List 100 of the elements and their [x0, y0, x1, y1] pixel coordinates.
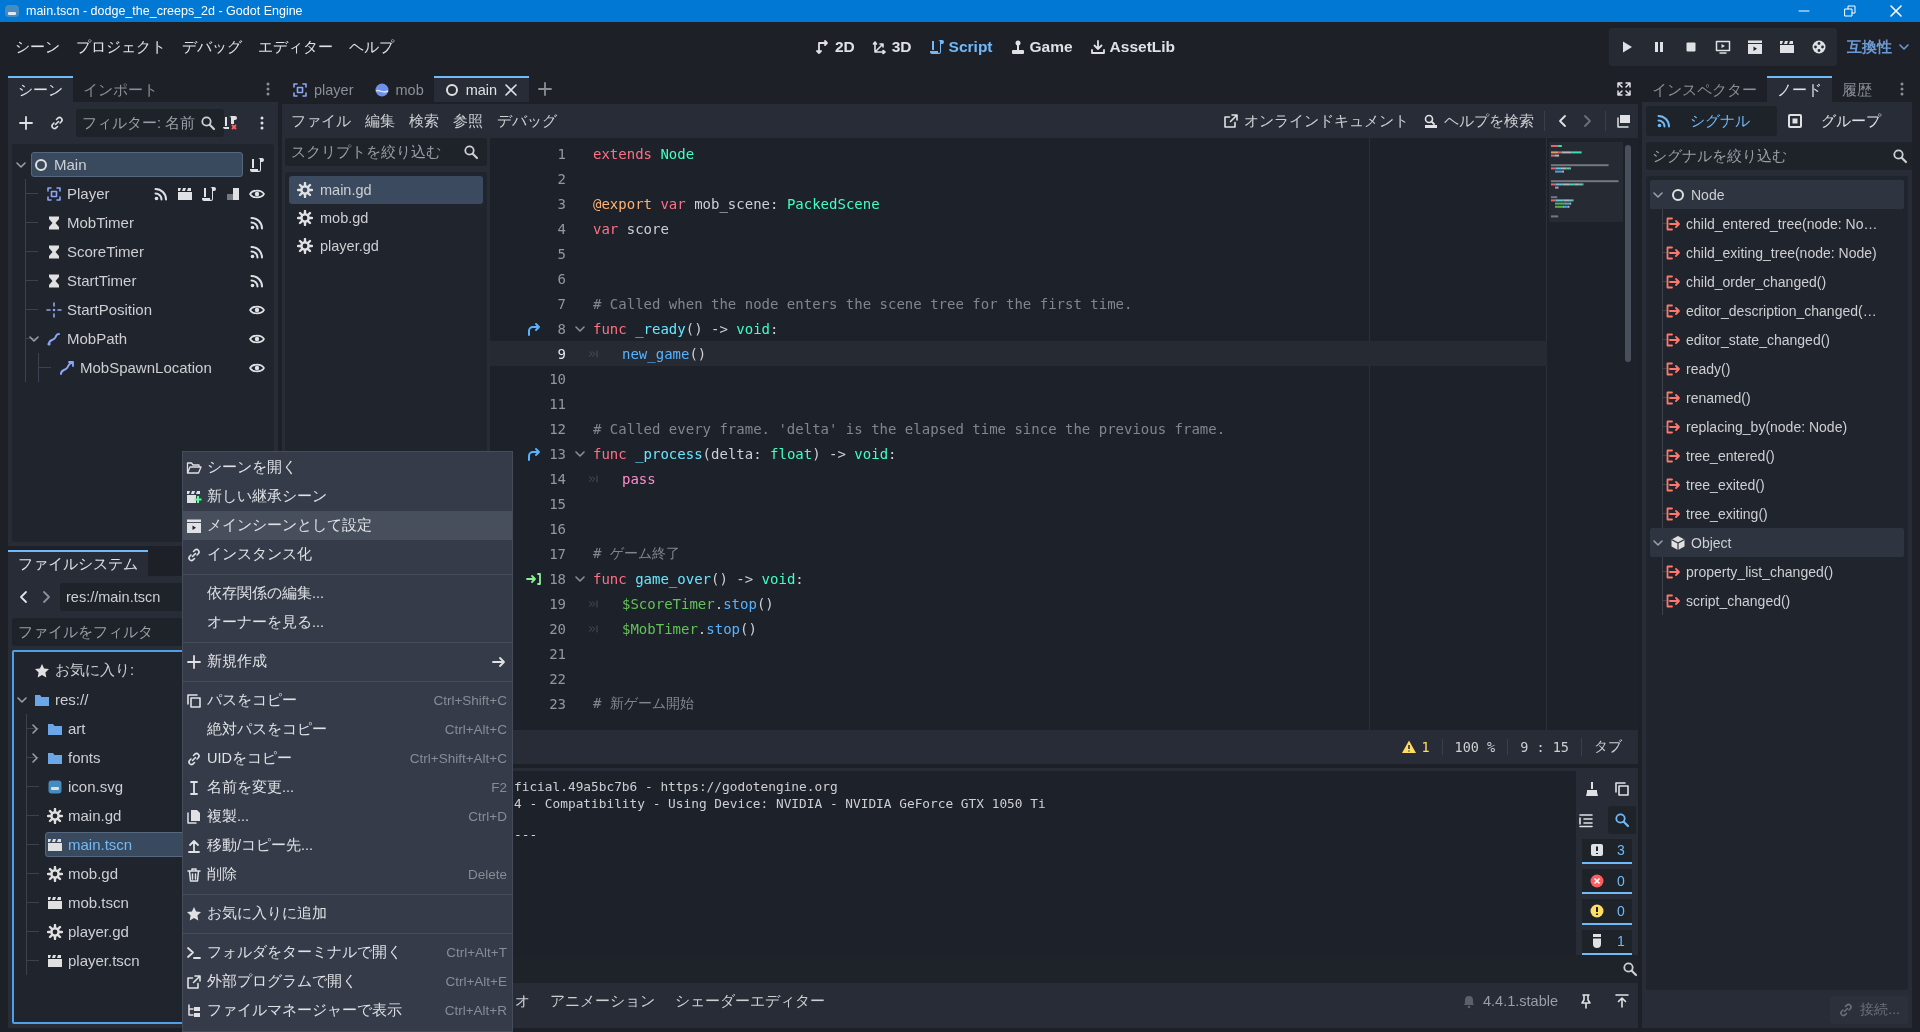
zoom-label[interactable]: 100 % [1441, 739, 1508, 755]
tree-item[interactable]: ScoreTimer [44, 239, 243, 264]
dock-tab[interactable]: インスペクター [1642, 76, 1767, 102]
file-tab[interactable]: mob [363, 76, 434, 102]
menu-item[interactable]: メインシーンとして設定 [183, 511, 512, 540]
dock-tab[interactable]: 履歴 [1832, 76, 1882, 102]
signal-item[interactable]: renamed() [1663, 385, 1904, 410]
collapse-icon[interactable] [1578, 811, 1594, 828]
menu-item[interactable]: シーンを開く [183, 453, 512, 482]
sub-tab[interactable]: グループ [1777, 106, 1908, 136]
renderer-dropdown[interactable]: 互換性 [1847, 37, 1912, 57]
signal-item[interactable]: tree_entered() [1663, 443, 1904, 468]
main-screen-tab[interactable]: Game [1009, 38, 1073, 56]
menu-item[interactable]: 複製... Ctrl+D [183, 802, 512, 831]
menu-item[interactable]: 新しい継承シーン [183, 482, 512, 511]
main-screen-tab[interactable]: 3D [871, 38, 912, 56]
signal-icon[interactable] [249, 243, 265, 260]
close-icon[interactable] [503, 82, 520, 98]
tree-item[interactable]: StartPosition [44, 297, 243, 322]
tree-item[interactable]: Main [31, 152, 243, 177]
menu-item[interactable]: UIDをコピー Ctrl+Shift+Alt+C [183, 744, 512, 773]
plus-icon[interactable] [537, 81, 554, 97]
scroll-icon[interactable] [249, 156, 265, 173]
tree-item[interactable]: MobSpawnLocation [57, 355, 243, 380]
link-button[interactable]: ヘルプを検索 [1423, 111, 1534, 131]
scroll-icon[interactable] [201, 185, 217, 202]
signal-item[interactable]: child_entered_tree(node: No… [1663, 211, 1904, 236]
menu-item[interactable]: ファイル [284, 107, 358, 135]
menu-item[interactable]: 外部プログラムで開く Ctrl+Alt+E [183, 967, 512, 996]
menu-item[interactable]: 編集 [358, 107, 402, 135]
tree-item[interactable]: MobPath [44, 326, 243, 351]
menu-item[interactable]: デバッグ [490, 107, 564, 135]
menu-item[interactable]: 絶対パスをコピー Ctrl+Alt+C [183, 715, 512, 744]
tree-item[interactable]: MobTimer [44, 210, 243, 235]
dock-tab[interactable]: インポート [73, 76, 168, 102]
indent-mode[interactable]: タブ [1581, 738, 1634, 756]
script-item[interactable]: mob.gd [289, 204, 483, 232]
filter-toggle[interactable]: 0 [1582, 869, 1632, 895]
main-screen-tab[interactable]: 2D [814, 38, 855, 56]
filter-toggle[interactable]: 1 [1582, 929, 1632, 956]
signal-item[interactable]: tree_exited() [1663, 472, 1904, 497]
script-remove-icon[interactable] [222, 115, 238, 131]
menu-item[interactable]: 検索 [402, 107, 446, 135]
script-item[interactable]: main.gd [289, 176, 483, 204]
menu-item[interactable]: 削除 Delete [183, 860, 512, 889]
signal-item[interactable]: child_order_changed() [1663, 269, 1904, 294]
signal-item[interactable]: child_exiting_tree(node: Node) [1663, 240, 1904, 265]
menu-item[interactable]: シーン [7, 31, 68, 63]
link-icon[interactable] [49, 115, 65, 131]
menu-item[interactable]: エディター [250, 31, 341, 63]
minimap-drawing[interactable] [1549, 142, 1623, 222]
signal-item[interactable]: editor_state_changed() [1663, 327, 1904, 352]
copy-icon[interactable] [1614, 780, 1630, 797]
broom-icon[interactable] [1584, 780, 1600, 797]
file-tab[interactable]: main [433, 76, 530, 102]
filter-field[interactable]: フィルター: 名前 [76, 109, 224, 137]
restore-icon[interactable] [1842, 3, 1858, 19]
clapper-icon[interactable] [1779, 39, 1795, 55]
warning-count[interactable]: 1 [1389, 739, 1442, 755]
signal-icon[interactable] [249, 272, 265, 289]
filter-toggle[interactable]: 3 [1582, 838, 1632, 864]
dock-tab[interactable]: ファイルシステム [8, 550, 148, 576]
signal-item[interactable]: tree_exiting() [1663, 501, 1904, 526]
fullscreen-icon[interactable] [1616, 81, 1632, 97]
signal-item[interactable]: editor_description_changed(… [1663, 298, 1904, 323]
scrollbar-thumb[interactable] [1625, 145, 1631, 362]
film-reel-icon[interactable] [1811, 39, 1827, 55]
signal-item[interactable]: replacing_by(node: Node) [1663, 414, 1904, 439]
menu-item[interactable]: ヘルプ [341, 31, 402, 63]
signal-item[interactable]: property_list_changed() [1663, 559, 1904, 584]
filter-field[interactable]: シグナルを絞り込む [1646, 142, 1912, 170]
tree-item[interactable]: Player [44, 181, 147, 206]
script-item[interactable]: player.gd [289, 232, 483, 260]
menu-item[interactable]: プロジェクト [68, 31, 174, 63]
menu-item[interactable]: 参照 [446, 107, 490, 135]
panel-tab[interactable]: オ [515, 991, 530, 1011]
dock-tab[interactable]: ノード [1767, 76, 1832, 102]
filter-field[interactable]: スクリプトを絞り込む [285, 138, 487, 166]
main-screen-tab[interactable]: AssetLib [1089, 38, 1176, 56]
search-toggle[interactable] [1608, 805, 1636, 834]
panel-toggle-icon[interactable] [1616, 113, 1632, 129]
menu-item[interactable]: パスをコピー Ctrl+Shift+C [183, 686, 512, 715]
link-button[interactable]: オンラインドキュメント [1223, 111, 1409, 131]
menu-item[interactable]: ファイルマネージャーで表示 Ctrl+Alt+R [183, 996, 512, 1025]
file-tab[interactable]: player [282, 76, 364, 102]
panel-tab[interactable]: アニメーション [550, 991, 655, 1011]
filter-toggle[interactable]: 0 [1582, 899, 1632, 925]
signal-icon[interactable] [249, 214, 265, 231]
pin-icon[interactable] [1578, 993, 1594, 1009]
menu-item[interactable]: 名前を変更... F2 [183, 773, 512, 802]
expand-icon[interactable] [1614, 993, 1630, 1009]
tree-item[interactable]: StartTimer [44, 268, 243, 293]
dock-tab[interactable]: シーン [8, 76, 73, 102]
signal-item[interactable]: ready() [1663, 356, 1904, 381]
panel-tab[interactable]: シェーダーエディター [675, 991, 825, 1011]
menu-item[interactable]: 新規作成 [183, 647, 512, 676]
signal-icon[interactable] [153, 185, 169, 202]
menu-item[interactable]: インスタンス化 [183, 540, 512, 569]
monitor-icon[interactable] [1715, 39, 1731, 55]
checker-icon[interactable] [225, 185, 241, 202]
